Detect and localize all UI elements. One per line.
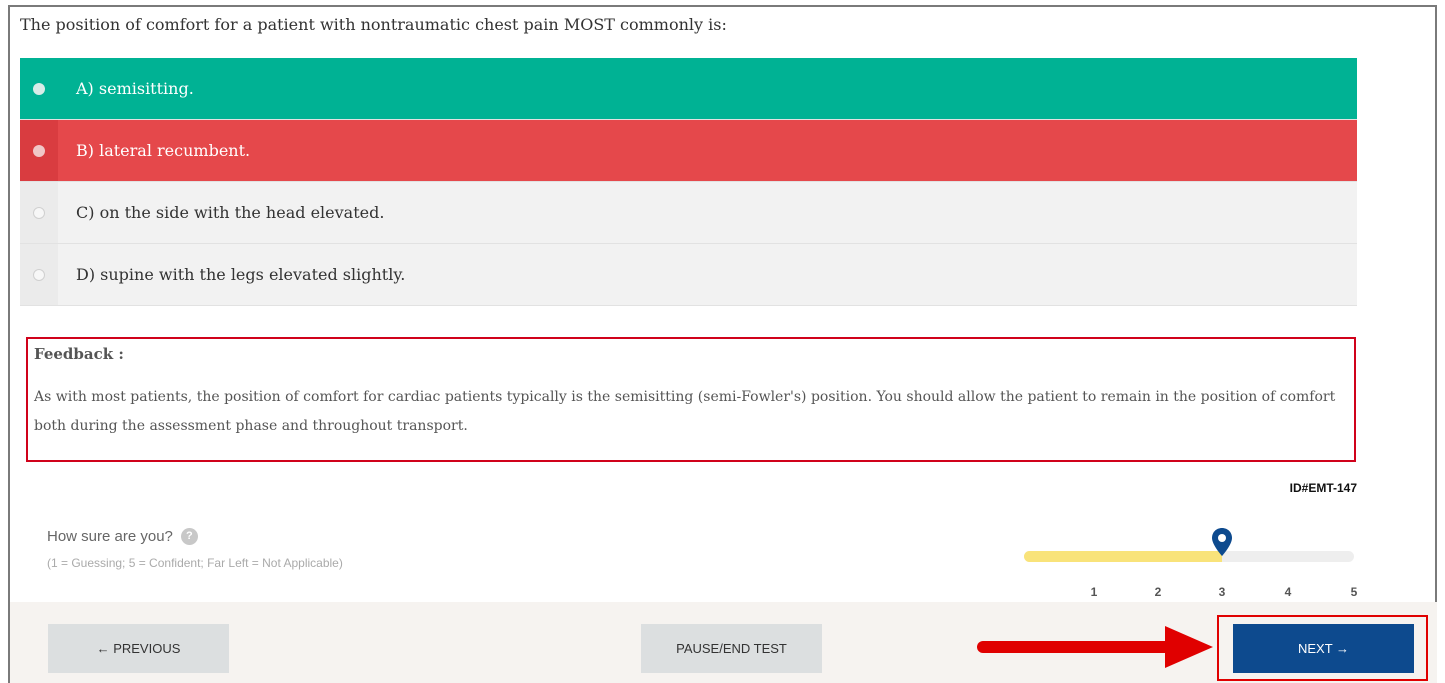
next-highlight-box [1217, 615, 1428, 681]
slider-tick[interactable]: 4 [1285, 585, 1292, 599]
option-d[interactable]: D) supine with the legs elevated slightl… [20, 244, 1357, 306]
radio-button[interactable] [33, 268, 45, 281]
radio-button[interactable] [33, 144, 45, 157]
option-a[interactable]: A) semisitting. [20, 58, 1357, 120]
option-label: B) lateral recumbent. [76, 141, 251, 160]
previous-button[interactable]: ← PREVIOUS [48, 624, 229, 673]
feedback-title: Feedback : [34, 345, 124, 363]
option-c[interactable]: C) on the side with the head elevated. [20, 182, 1357, 244]
slider-ticks: 1 2 3 4 5 [1024, 585, 1364, 601]
question-id: ID#EMT-147 [1289, 481, 1357, 495]
question-mark-icon[interactable]: ? [180, 528, 198, 545]
option-a-radio-cell[interactable] [20, 58, 58, 119]
slider-fill [1024, 551, 1222, 562]
confidence-label-row: How sure are you? ? [47, 528, 198, 545]
slider-tick[interactable]: 5 [1351, 585, 1358, 599]
slider-tick[interactable]: 1 [1091, 585, 1098, 599]
question-text: The position of comfort for a patient wi… [20, 15, 727, 34]
option-c-radio-cell[interactable] [20, 182, 58, 243]
answer-options: A) semisitting. B) lateral recumbent. C)… [20, 58, 1357, 306]
confidence-label: How sure are you? [47, 528, 173, 545]
option-label: C) on the side with the head elevated. [76, 203, 385, 222]
confidence-slider[interactable] [1024, 528, 1354, 562]
radio-button[interactable] [33, 206, 45, 219]
option-label: A) semisitting. [76, 79, 194, 98]
pause-end-test-button[interactable]: PAUSE/END TEST [641, 624, 822, 673]
option-b[interactable]: B) lateral recumbent. [20, 120, 1357, 182]
slider-tick[interactable]: 3 [1219, 585, 1226, 599]
option-d-radio-cell[interactable] [20, 244, 58, 305]
option-label: D) supine with the legs elevated slightl… [76, 265, 406, 284]
feedback-box: Feedback : As with most patients, the po… [26, 337, 1356, 462]
option-b-radio-cell[interactable] [20, 120, 58, 181]
map-pin-icon[interactable] [1211, 527, 1233, 557]
slider-tick[interactable]: 2 [1155, 585, 1162, 599]
radio-button[interactable] [33, 82, 45, 95]
confidence-hint: (1 = Guessing; 5 = Confident; Far Left =… [47, 556, 343, 570]
red-arrow-icon [977, 626, 1213, 668]
feedback-text: As with most patients, the position of c… [34, 389, 1336, 434]
